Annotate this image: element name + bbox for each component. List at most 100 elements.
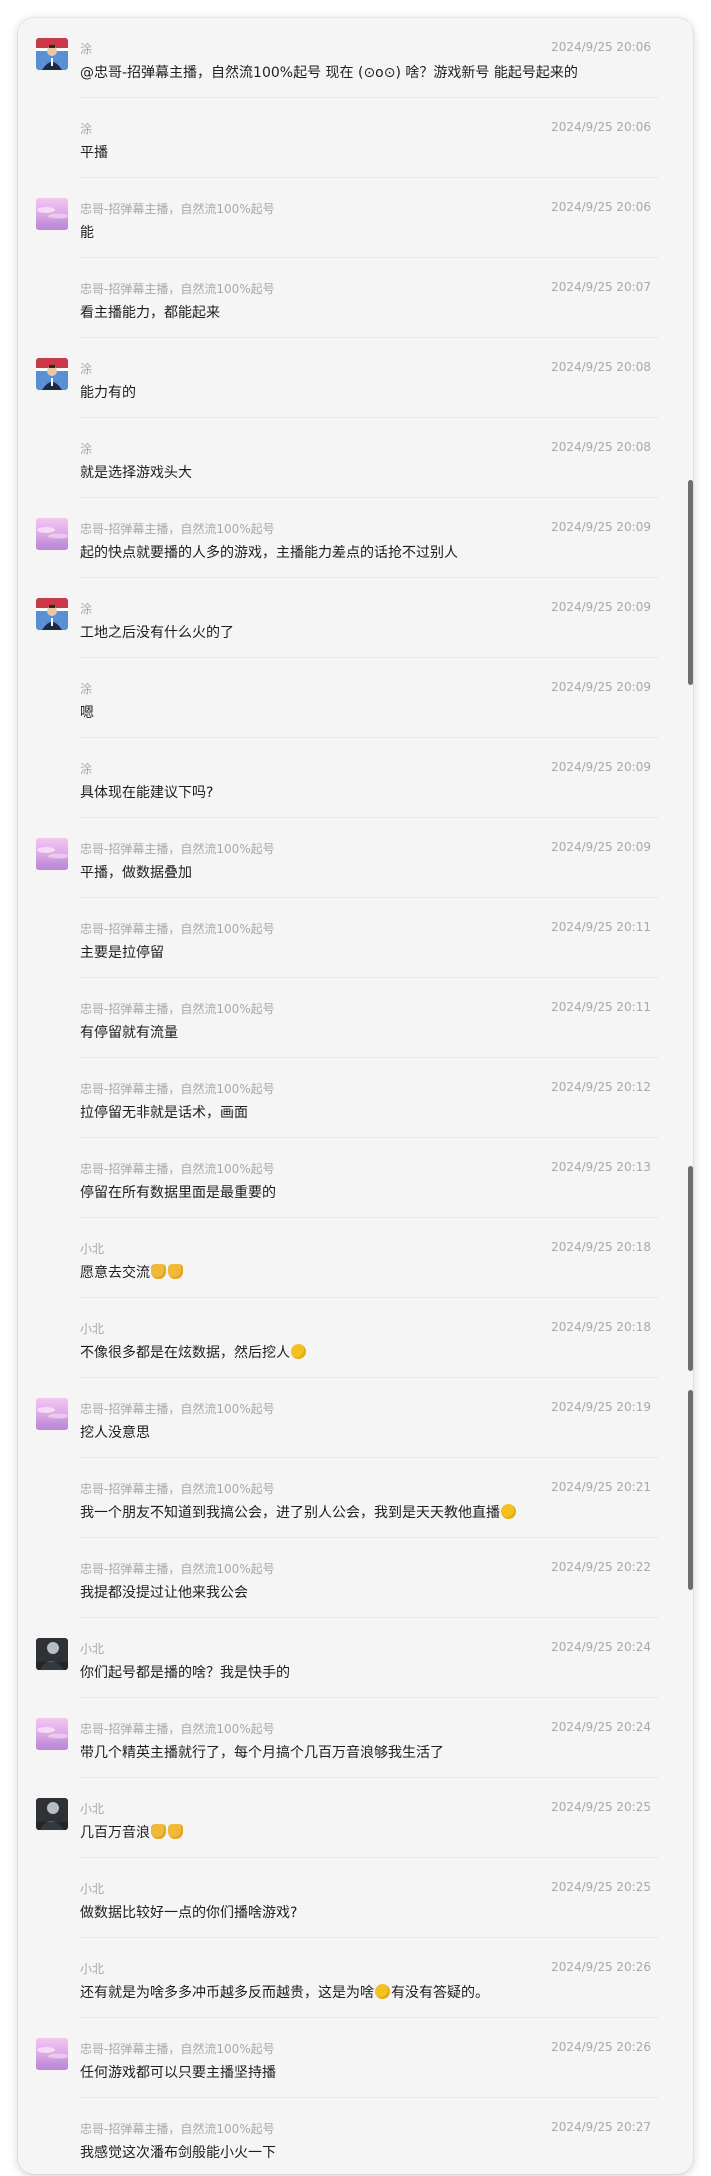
message-text: 还有就是为啥多多冲币越多反而越贵，这是为啥 有没有答疑的。 — [80, 1982, 489, 2002]
sender-name[interactable]: 小北 — [80, 1880, 104, 1897]
scrollbar-thumb-3[interactable] — [688, 1390, 693, 1590]
message-row[interactable]: 涂 2024/9/25 20:06 平播 — [18, 98, 693, 178]
message-row[interactable]: 忠哥-招弹幕主播，自然流100%起号 2024/9/25 20:19 挖人没意思 — [18, 1378, 693, 1458]
message-body: 有停留就有流量 — [80, 1025, 178, 1041]
message-timestamp: 2024/9/25 20:25 — [551, 1800, 651, 1814]
message-row[interactable]: 涂 2024/9/25 20:09 嗯 — [18, 658, 693, 738]
avatar[interactable] — [36, 1638, 68, 1670]
message-row[interactable]: 忠哥-招弹幕主播，自然流100%起号 2024/9/25 20:13 停留在所有数据… — [18, 1138, 693, 1218]
message-row[interactable]: 忠哥-招弹幕主播，自然流100%起号 2024/9/25 20:09 起的快点就要播… — [18, 498, 693, 578]
thumbs-up-emoji-icon — [151, 1264, 166, 1279]
sender-name[interactable]: 忠哥-招弹幕主播，自然流100%起号 — [80, 1080, 275, 1097]
sender-name[interactable]: 小北 — [80, 1800, 104, 1817]
message-row[interactable]: 忠哥-招弹幕主播，自然流100%起号 2024/9/25 20:21 我一个朋友不知… — [18, 1458, 693, 1538]
message-text: 工地之后没有什么火的了 — [80, 622, 234, 642]
avatar[interactable] — [36, 1798, 68, 1830]
message-row[interactable]: 小北 2024/9/25 20:24 你们起号都是播的啥？我是快手的 — [18, 1618, 693, 1698]
avatar[interactable] — [36, 2038, 68, 2070]
sender-name[interactable]: 忠哥-招弹幕主播，自然流100%起号 — [80, 920, 275, 937]
message-row[interactable]: 忠哥-招弹幕主播，自然流100%起号 2024/9/25 20:24 带几个精英主播… — [18, 1698, 693, 1778]
sender-name[interactable]: 涂 — [80, 440, 92, 457]
message-list[interactable]: 涂 2024/9/25 20:06 @忠哥-招弹幕主播，自然流100%起号 现在 (… — [18, 18, 693, 2174]
sender-name[interactable]: 小北 — [80, 1320, 104, 1337]
message-row[interactable]: 小北 2024/9/25 20:18 愿意去交流 — [18, 1218, 693, 1298]
message-row[interactable]: 忠哥-招弹幕主播，自然流100%起号 2024/9/25 20:12 拉停留无非就是… — [18, 1058, 693, 1138]
avatar[interactable] — [36, 518, 68, 550]
avatar[interactable] — [36, 358, 68, 390]
sender-name[interactable]: 忠哥-招弹幕主播，自然流100%起号 — [80, 200, 275, 217]
message-text: 平播 — [80, 142, 108, 162]
avatar[interactable] — [36, 598, 68, 630]
message-timestamp: 2024/9/25 20:24 — [551, 1640, 651, 1654]
sender-name[interactable]: 涂 — [80, 680, 92, 697]
sender-name[interactable]: 忠哥-招弹幕主播，自然流100%起号 — [80, 1400, 275, 1417]
message-row[interactable]: 忠哥-招弹幕主播，自然流100%起号 2024/9/25 20:22 我提都没提过让… — [18, 1538, 693, 1618]
sender-name[interactable]: 涂 — [80, 760, 92, 777]
sender-name[interactable]: 忠哥-招弹幕主播，自然流100%起号 — [80, 2040, 275, 2057]
scrollbar-thumb-2[interactable] — [688, 1166, 693, 1371]
message-row[interactable]: 小北 2024/9/25 20:18 不像很多都是在炫数据，然后挖人 — [18, 1298, 693, 1378]
avatar[interactable] — [36, 1398, 68, 1430]
message-row[interactable]: 小北 2024/9/25 20:25 做数据比较好一点的你们播啥游戏? — [18, 1858, 693, 1938]
sender-name[interactable]: 忠哥-招弹幕主播，自然流100%起号 — [80, 1000, 275, 1017]
message-text: 我提都没提过让他来我公会 — [80, 1582, 248, 1602]
sender-name[interactable]: 涂 — [80, 40, 92, 57]
sender-name[interactable]: 忠哥-招弹幕主播，自然流100%起号 — [80, 2120, 275, 2137]
avatar[interactable] — [36, 38, 68, 70]
sender-name[interactable]: 涂 — [80, 600, 92, 617]
message-text: 你们起号都是播的啥？我是快手的 — [80, 1662, 290, 1682]
sender-name[interactable]: 涂 — [80, 360, 92, 377]
message-body: 愿意去交流 — [80, 1265, 150, 1281]
sender-name[interactable]: 忠哥-招弹幕主播，自然流100%起号 — [80, 280, 275, 297]
message-timestamp: 2024/9/25 20:27 — [551, 2120, 651, 2134]
message-text: 我感觉这次潘布剑般能小火一下 — [80, 2142, 276, 2162]
message-row[interactable]: 涂 2024/9/25 20:08 能力有的 — [18, 338, 693, 418]
sender-name[interactable]: 小北 — [80, 1640, 104, 1657]
message-row[interactable]: 忠哥-招弹幕主播，自然流100%起号 2024/9/25 20:11 主要是拉停留 — [18, 898, 693, 978]
sender-name[interactable]: 忠哥-招弹幕主播，自然流100%起号 — [80, 840, 275, 857]
message-text: 我一个朋友不知道到我搞公会，进了别人公会，我到是天天教他直播 — [80, 1502, 517, 1522]
message-row[interactable]: 忠哥-招弹幕主播，自然流100%起号 2024/9/25 20:11 有停留就有流量 — [18, 978, 693, 1058]
avatar[interactable] — [36, 838, 68, 870]
message-row[interactable]: 忠哥-招弹幕主播，自然流100%起号 2024/9/25 20:07 看主播能力，都… — [18, 258, 693, 338]
message-body: 起的快点就要播的人多的游戏，主播能力差点的话抢不过别人 — [80, 545, 458, 561]
message-row[interactable]: 小北 2024/9/25 20:26 还有就是为啥多多冲币越多反而越贵，这是为啥 有没… — [18, 1938, 693, 2018]
avatar[interactable] — [36, 198, 68, 230]
message-text: 拉停留无非就是话术，画面 — [80, 1102, 248, 1122]
sender-name[interactable]: 小北 — [80, 1240, 104, 1257]
message-row[interactable]: 涂 2024/9/25 20:09 工地之后没有什么火的了 — [18, 578, 693, 658]
message-body: 平播 — [80, 145, 108, 161]
message-text: 愿意去交流 — [80, 1262, 184, 1282]
message-row[interactable]: 涂 2024/9/25 20:06 @忠哥-招弹幕主播，自然流100%起号 现在 (… — [18, 18, 693, 98]
message-row[interactable]: 小北 2024/9/25 20:25 几百万音浪 — [18, 1778, 693, 1858]
thumbs-up-emoji-icon — [151, 1824, 166, 1839]
message-timestamp: 2024/9/25 20:13 — [551, 1160, 651, 1174]
message-body: 停留在所有数据里面是最重要的 — [80, 1185, 276, 1201]
message-row[interactable]: 涂 2024/9/25 20:08 就是选择游戏头大 — [18, 418, 693, 498]
message-timestamp: 2024/9/25 20:08 — [551, 440, 651, 454]
message-timestamp: 2024/9/25 20:09 — [551, 680, 651, 694]
sender-name[interactable]: 忠哥-招弹幕主播，自然流100%起号 — [80, 1560, 275, 1577]
message-row[interactable]: 忠哥-招弹幕主播，自然流100%起号 2024/9/25 20:27 我感觉这次潘布… — [18, 2098, 693, 2174]
message-timestamp: 2024/9/25 20:22 — [551, 1560, 651, 1574]
message-body: 任何游戏都可以只要主播坚持播 — [80, 2065, 276, 2081]
sender-name[interactable]: 小北 — [80, 1960, 104, 1977]
sender-name[interactable]: 忠哥-招弹幕主播，自然流100%起号 — [80, 1720, 275, 1737]
message-text: 不像很多都是在炫数据，然后挖人 — [80, 1342, 307, 1362]
scrollbar-thumb-1[interactable] — [688, 480, 693, 685]
sender-name[interactable]: 忠哥-招弹幕主播，自然流100%起号 — [80, 520, 275, 537]
message-body: 挖人没意思 — [80, 1425, 150, 1441]
sender-name[interactable]: 忠哥-招弹幕主播，自然流100%起号 — [80, 1160, 275, 1177]
message-row[interactable]: 涂 2024/9/25 20:09 具体现在能建议下吗? — [18, 738, 693, 818]
message-body: 嗯 — [80, 705, 94, 721]
scrollbar-track[interactable] — [688, 18, 693, 2174]
sender-name[interactable]: 忠哥-招弹幕主播，自然流100%起号 — [80, 1480, 275, 1497]
sender-name[interactable]: 涂 — [80, 120, 92, 137]
avatar[interactable] — [36, 1718, 68, 1750]
message-body: 平播，做数据叠加 — [80, 865, 192, 881]
message-row[interactable]: 忠哥-招弹幕主播，自然流100%起号 2024/9/25 20:26 任何游戏都可以… — [18, 2018, 693, 2098]
message-row[interactable]: 忠哥-招弹幕主播，自然流100%起号 2024/9/25 20:06 能 — [18, 178, 693, 258]
message-row[interactable]: 忠哥-招弹幕主播，自然流100%起号 2024/9/25 20:09 平播，做数据叠… — [18, 818, 693, 898]
message-timestamp: 2024/9/25 20:06 — [551, 40, 651, 54]
message-body: 不像很多都是在炫数据，然后挖人 — [80, 1345, 290, 1361]
